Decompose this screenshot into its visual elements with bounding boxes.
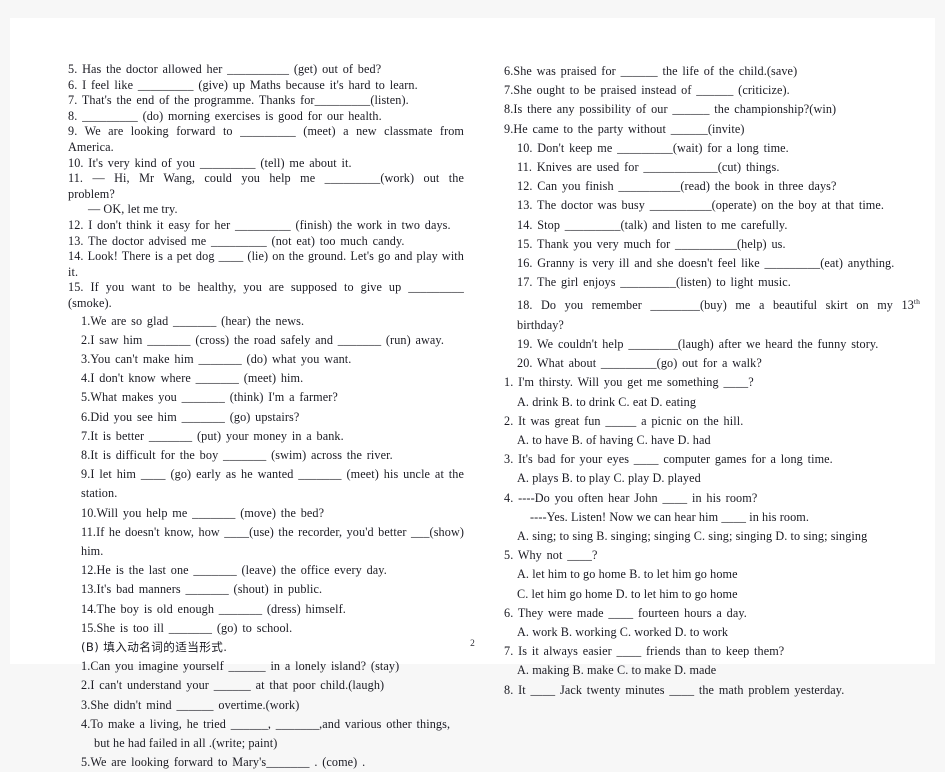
item-18-text: 18. Do you remember ________(buy) me a b… (517, 298, 914, 313)
exercise-line: 2.I can't understand your ______ at that… (81, 678, 385, 693)
left-column: 5. Has the doctor allowed her __________… (10, 18, 472, 769)
mc-options: A. plays B. to play C. play D. played (517, 471, 701, 486)
exercise-line: 12.He is the last one _______ (leave) th… (81, 563, 387, 578)
exercise-line: 1.We are so glad _______ (hear) the news… (81, 313, 305, 328)
document-page: 5. Has the doctor allowed her __________… (10, 18, 935, 769)
exercise-line: 4.To make a living, he tried ______, ___… (81, 716, 451, 731)
exercise-line: 7.It is better _______ (put) your money … (81, 428, 344, 443)
exercise-line: 11.If he doesn't know, how ____(use) the… (81, 524, 464, 558)
exercise-line: 15. If you want to be healthy, you are s… (68, 280, 464, 310)
exercise-line: 9.He came to the party without ______(in… (504, 121, 745, 136)
exercise-line: 10. Don't keep me _________(wait) for a … (517, 140, 789, 155)
exercise-line: 19. We couldn't help ________(laugh) aft… (517, 336, 879, 351)
exercise-line-continuation: but he had failed in all .(write; paint) (94, 735, 278, 750)
exercise-line: 8.Is there any possibility of our ______… (504, 102, 837, 117)
exercise-line: 14. Stop _________(talk) and listen to m… (517, 217, 788, 232)
page-number: 2 (470, 639, 475, 649)
exercise-line: 13.It's bad manners _______ (shout) in p… (81, 582, 323, 597)
mc-question-stem: 5. Why not ____? (504, 548, 598, 563)
exercise-line: 15.She is too ill _______ (go) to school… (81, 620, 293, 635)
exercise-line: 12. I don't think it easy for her ______… (68, 217, 451, 232)
mc-question-stem: 3. It's bad for your eyes ____ computer … (504, 452, 833, 467)
exercise-line: 1.Can you imagine yourself ______ in a l… (81, 659, 400, 674)
exercise-line: 9. We are looking forward to _________ (… (68, 124, 464, 154)
exercise-line: 11. Knives are used for ____________(cut… (517, 160, 780, 175)
exercise-line: 3.She didn't mind ______ overtime.(work) (81, 697, 300, 712)
mc-options: A. to have B. of having C. have D. had (517, 432, 711, 447)
exercise-line: 13. The doctor advised me _________ (not… (68, 233, 405, 248)
exercise-line: 5. Has the doctor allowed her __________… (68, 62, 382, 76)
exercise-line: 6.She was praised for ______ the life of… (504, 64, 798, 78)
item-18-tail: birthday? (517, 317, 564, 332)
mc-options: A. drink B. to drink C. eat D. eating (517, 394, 697, 409)
mc-question-stem: 2. It was great fun _____ a picnic on th… (504, 413, 744, 428)
exercise-line: 15. Thank you very much for __________(h… (517, 236, 786, 251)
exercise-line: 10.Will you help me _______ (move) the b… (81, 505, 325, 520)
exercise-line: 17. The girl enjoys _________(listen) to… (517, 275, 791, 290)
ordinal-suffix: th (913, 297, 920, 307)
exercise-line: 9.I let him ____ (go) early as he wanted… (81, 467, 464, 501)
exercise-line: 7. That's the end of the programme. Than… (68, 93, 409, 108)
exercise-line: 6.Did you see him _______ (go) upstairs? (81, 409, 300, 424)
exercise-line: 12. Can you finish __________(read) the … (517, 179, 837, 194)
exercise-line: 11. — Hi, Mr Wang, could you help me ___… (68, 171, 464, 201)
mc-question-stem: 1. I'm thirsty. Will you get me somethin… (504, 375, 754, 390)
exercise-line: 16. Granny is very ill and she doesn't f… (517, 256, 895, 271)
exercise-line: 2.I saw him _______ (cross) the road saf… (81, 332, 444, 347)
exercise-line: 14. Look! There is a pet dog ____ (lie) … (68, 249, 464, 279)
mc-question-stem-2: ----Yes. Listen! Now we can hear him ___… (530, 509, 810, 524)
exercise-line: 8. _________ (do) morning exercises is g… (68, 108, 382, 123)
mc-question-stem: 8. It ____ Jack twenty minutes ____ the … (504, 682, 845, 697)
exercise-line: 6. I feel like _________ (give) up Maths… (68, 77, 418, 92)
exercise-line: 5.What makes you _______ (think) I'm a f… (81, 390, 338, 405)
exercise-line-continuation: — OK, let me try. (88, 202, 178, 217)
exercise-line: 3.You can't make him _______ (do) what y… (81, 351, 352, 366)
mc-question-stem: 4. ----Do you often hear John ____ in hi… (504, 490, 758, 505)
mc-options: A. let him to go home B. to let him go h… (517, 567, 738, 582)
exercise-line: 10. It's very kind of you _________ (tel… (68, 155, 352, 170)
mc-options: A. sing; to sing B. singing; singing C. … (517, 528, 868, 543)
exercise-line: 20. What about _________(go) out for a w… (517, 356, 762, 371)
exercise-line: 5.We are looking forward to Mary's______… (81, 755, 366, 770)
mc-options: C. let him go home D. to let him to go h… (517, 586, 738, 601)
two-column-layout: 5. Has the doctor allowed her __________… (10, 18, 935, 769)
exercise-line: 8.It is difficult for the boy _______ (s… (81, 447, 393, 462)
exercise-line: 7.She ought to be praised instead of ___… (504, 83, 790, 98)
exercise-line: 13. The doctor was busy __________(opera… (517, 198, 885, 213)
mc-question-stem: 6. They were made ____ fourteen hours a … (504, 605, 747, 620)
exercise-line: 4.I don't know where _______ (meet) him. (81, 371, 304, 386)
exercise-line-18: 18. Do you remember ________(buy) me a b… (504, 292, 920, 334)
right-column: 6.She was praised for ______ the life of… (472, 18, 934, 697)
mc-options: A. making B. make C. to make D. made (517, 663, 717, 678)
exercise-line: 14.The boy is old enough _______ (dress)… (81, 601, 346, 616)
